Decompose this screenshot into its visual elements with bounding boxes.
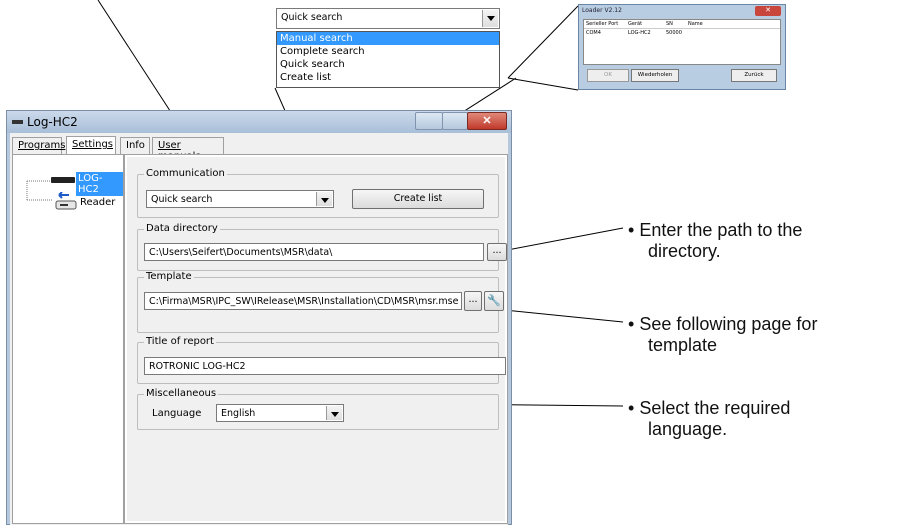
loader-back-button[interactable]: Zurück <box>731 69 777 82</box>
loader-row[interactable]: COM4 LOG-HC2 50000 <box>584 29 780 37</box>
tree-item-reader[interactable]: Reader <box>80 197 115 208</box>
reader-icon <box>55 191 77 210</box>
app-icon <box>12 120 23 124</box>
report-title-group: Title of report ROTRONIC LOG-HC2 <box>137 336 506 384</box>
tab-programs[interactable]: Programs <box>12 137 65 154</box>
loader-cell-port: COM4 <box>586 30 601 36</box>
minimize-button[interactable] <box>415 112 443 130</box>
data-directory-label: Data directory <box>144 223 220 234</box>
chevron-down-icon[interactable] <box>316 192 332 206</box>
popup-selected-value: Quick search <box>281 12 343 23</box>
callout-template: • See following page for template <box>628 314 904 356</box>
loader-title: Loader V2.12 <box>582 7 622 14</box>
option-create-list[interactable]: Create list <box>277 71 499 84</box>
language-value: English <box>221 408 256 419</box>
language-select[interactable]: English <box>216 404 344 422</box>
window-titlebar: Log-HC2 ✕ <box>7 111 511 133</box>
loader-col-port: Serieller Port <box>586 21 619 27</box>
loader-ok-button[interactable]: OK <box>587 69 629 82</box>
close-button[interactable]: ✕ <box>467 112 507 130</box>
chevron-down-icon[interactable] <box>482 10 498 27</box>
tab-user-manuals[interactable]: User manuals <box>152 137 224 162</box>
template-browse-button[interactable]: ... <box>464 291 482 311</box>
communication-label: Communication <box>144 168 227 179</box>
loader-repeat-button[interactable]: Wiederholen <box>631 69 679 82</box>
device-tree: LOG-HC2 Reader <box>12 154 124 524</box>
misc-label: Miscellaneous <box>144 388 219 399</box>
search-mode-value: Quick search <box>151 194 213 205</box>
report-title-label: Title of report <box>144 336 216 347</box>
search-mode-select[interactable]: Quick search <box>146 190 334 208</box>
data-directory-group: Data directory C:\Users\Seifert\Document… <box>137 223 507 271</box>
language-label: Language <box>152 408 202 419</box>
communication-group: Communication Quick search Create list <box>137 168 499 218</box>
bullet-icon: • <box>628 220 640 240</box>
main-window: Log-HC2 ✕ Programs Settings Info User ma… <box>6 110 512 525</box>
window-title: Log-HC2 <box>27 115 78 129</box>
bullet-icon: • <box>628 314 640 334</box>
loader-window: Loader V2.12 ✕ Serieller Port Gerät SN N… <box>578 4 786 90</box>
loader-col-sn: SN <box>666 21 673 27</box>
create-list-button[interactable]: Create list <box>352 189 484 209</box>
tab-settings[interactable]: Settings <box>66 136 116 155</box>
callout-directory-line1: Enter the path to the <box>639 220 803 240</box>
loader-cell-device: LOG-HC2 <box>628 30 651 36</box>
popup-option-list: Manual search Complete search Quick sear… <box>276 31 500 88</box>
callout-directory-line2: directory. <box>648 241 721 261</box>
tree-item-log-hc2[interactable]: LOG-HC2 <box>76 172 123 196</box>
data-directory-browse-button[interactable]: ... <box>487 243 507 261</box>
data-directory-input[interactable]: C:\Users\Seifert\Documents\MSR\data\ <box>144 243 484 261</box>
misc-group: Miscellaneous Language English <box>137 388 499 430</box>
template-wrench-button[interactable]: 🔧 <box>484 291 504 311</box>
callout-directory: • Enter the path to the directory. <box>628 220 898 262</box>
tab-bar: Programs Settings Info User manuals <box>12 136 502 162</box>
callout-language-line1: Select the required <box>639 398 791 418</box>
logger-icon <box>51 177 75 183</box>
popup-selected-field[interactable]: Quick search <box>276 8 500 29</box>
option-complete-search[interactable]: Complete search <box>277 45 499 58</box>
template-group: Template C:\Firma\MSR\IPC_SW\IRelease\MS… <box>137 271 504 333</box>
loader-close-button[interactable]: ✕ <box>755 6 781 16</box>
loader-col-name: Name <box>688 21 703 27</box>
language-dropdown-popup: Quick search Manual search Complete sear… <box>276 8 500 88</box>
callout-language: • Select the required language. <box>628 398 898 440</box>
template-label: Template <box>144 271 194 282</box>
callout-language-line2: language. <box>648 419 728 439</box>
report-title-input[interactable]: ROTRONIC LOG-HC2 <box>144 357 506 375</box>
chevron-down-icon[interactable] <box>326 406 342 420</box>
loader-cell-sn: 50000 <box>666 30 682 36</box>
callout-template-line2: template <box>648 335 718 355</box>
loader-list: Serieller Port Gerät SN Name COM4 LOG-HC… <box>583 19 781 65</box>
settings-inner: Communication Quick search Create list D… <box>127 157 507 521</box>
settings-panel: Communication Quick search Create list D… <box>124 154 508 524</box>
bullet-icon: • <box>628 398 640 418</box>
option-quick-search[interactable]: Quick search <box>277 58 499 71</box>
template-input[interactable]: C:\Firma\MSR\IPC_SW\IRelease\MSR\Install… <box>144 292 462 310</box>
maximize-button[interactable] <box>442 112 468 130</box>
loader-col-device: Gerät <box>628 21 643 27</box>
window-body: Programs Settings Info User manuals LOG-… <box>10 133 508 525</box>
option-manual-search[interactable]: Manual search <box>277 32 499 45</box>
tab-info[interactable]: Info <box>120 137 150 154</box>
callout-template-line1: See following page for <box>639 314 818 334</box>
wrench-icon: 🔧 <box>487 294 501 307</box>
